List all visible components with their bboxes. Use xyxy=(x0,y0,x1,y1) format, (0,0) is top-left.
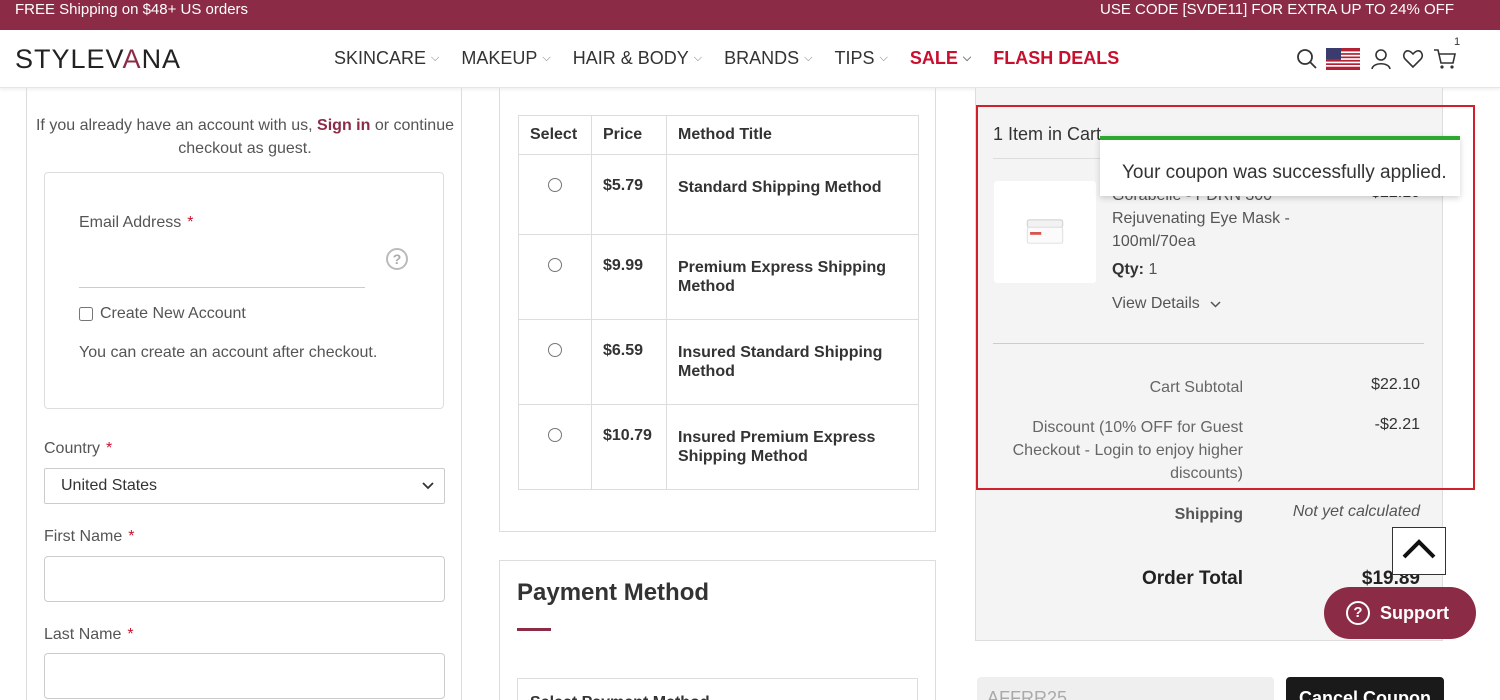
support-button[interactable]: ? Support xyxy=(1324,587,1476,639)
create-account-label: Create New Account xyxy=(100,305,246,322)
chevron-down-icon: ⌵ xyxy=(879,52,888,64)
email-label: Email Address * xyxy=(79,214,194,231)
column-header-method-title: Method Title xyxy=(666,115,919,155)
shipping-method-title: Insured Premium Express Shipping Method xyxy=(666,404,919,490)
shipping-method-radio[interactable] xyxy=(548,178,562,192)
nav-skincare[interactable]: SKINCARE ⌵ xyxy=(334,48,439,69)
header-icons: 1 xyxy=(1292,36,1462,74)
create-account-checkbox[interactable] xyxy=(79,307,93,321)
nav-makeup[interactable]: MAKEUP ⌵ xyxy=(461,48,550,69)
shipping-value: Not yet calculated xyxy=(1292,503,1420,520)
coupon-code-field[interactable]: AFFRR25 xyxy=(977,677,1274,700)
coupon-promo-text: USE CODE [SVDE11] FOR EXTRA UP TO 24% OF… xyxy=(1100,0,1454,18)
shipping-price: $9.99 xyxy=(591,234,667,320)
cancel-coupon-button[interactable]: Cancel Coupon xyxy=(1286,677,1444,700)
cart-subtotal-label: Cart Subtotal xyxy=(1149,379,1243,396)
email-section: Email Address * ? Create New Account You … xyxy=(44,172,444,409)
cart-subtotal-value: $22.10 xyxy=(1371,376,1420,393)
shipping-method-radio[interactable] xyxy=(548,258,562,272)
column-header-select: Select xyxy=(518,115,592,155)
back-to-top-button[interactable] xyxy=(1392,527,1446,575)
first-name-field[interactable] xyxy=(44,556,445,602)
nav-brands[interactable]: BRANDS ⌵ xyxy=(724,48,812,69)
site-header: STYLEVANA SKINCARE ⌵ MAKEUP ⌵ HAIR & BODY ⌵… xyxy=(0,30,1500,88)
shipping-method-row[interactable]: $9.99 Premium Express Shipping Method xyxy=(518,234,919,320)
create-account-hint: You can create an account after checkout… xyxy=(79,344,378,361)
shipping-price: $6.59 xyxy=(591,319,667,405)
discount-label: Discount (10% OFF for Guest Checkout - L… xyxy=(1012,419,1243,482)
shipping-method-title: Insured Standard Shipping Method xyxy=(666,319,919,405)
shipping-address-panel: If you already have an account with us, … xyxy=(26,88,462,700)
shipping-label: Shipping xyxy=(1174,506,1243,523)
chevron-down-icon: ⌵ xyxy=(693,52,703,64)
chevron-down-icon: ⌵ xyxy=(962,52,972,64)
nav-hair-body[interactable]: HAIR & BODY ⌵ xyxy=(573,48,702,69)
shipping-method-radio[interactable] xyxy=(548,428,562,442)
shipping-methods-table: Select Price Method Title $5.79 Standard… xyxy=(518,115,919,490)
title-underline xyxy=(517,628,551,631)
country-label: Country * xyxy=(44,440,113,457)
chevron-down-icon xyxy=(422,477,434,495)
payment-method-title: Payment Method xyxy=(517,579,710,606)
us-flag-icon[interactable] xyxy=(1326,48,1360,70)
shipping-method-title: Premium Express Shipping Method xyxy=(666,234,919,320)
email-field[interactable] xyxy=(79,243,365,288)
chevron-down-icon: ⌵ xyxy=(804,52,813,64)
question-icon: ? xyxy=(1346,601,1370,625)
shipping-method-title: Standard Shipping Method xyxy=(666,154,919,235)
nav-sale[interactable]: SALE ⌵ xyxy=(910,48,971,69)
discount-value: -$2.21 xyxy=(1374,416,1420,433)
last-name-field[interactable] xyxy=(44,653,445,699)
cart-icon[interactable] xyxy=(1430,44,1460,74)
last-name-label: Last Name * xyxy=(44,626,134,643)
chevron-down-icon: ⌵ xyxy=(542,52,551,64)
free-shipping-text: FREE Shipping on $48+ US orders xyxy=(15,0,249,18)
chevron-down-icon xyxy=(1210,295,1221,312)
main-nav: SKINCARE ⌵ MAKEUP ⌵ HAIR & BODY ⌵ BRANDS ⌵ T… xyxy=(334,48,1141,69)
help-icon[interactable]: ? xyxy=(386,248,408,270)
column-header-price: Price xyxy=(591,115,667,155)
user-icon[interactable] xyxy=(1366,44,1396,74)
nav-tips[interactable]: TIPS ⌵ xyxy=(834,48,887,69)
promo-bar: FREE Shipping on $48+ US orders USE CODE… xyxy=(0,0,1500,30)
order-total-label: Order Total xyxy=(1142,568,1243,589)
signin-prompt: If you already have an account with us, … xyxy=(35,117,454,157)
coupon-success-toast: Your coupon was successfully applied. xyxy=(1100,136,1460,196)
product-qty: Qty: 1 xyxy=(1112,261,1158,278)
shipping-method-row[interactable]: $6.59 Insured Standard Shipping Method xyxy=(518,319,919,405)
country-select[interactable]: United States xyxy=(44,468,445,504)
payment-method-panel: Payment Method Select Payment Method xyxy=(499,560,936,700)
product-image xyxy=(994,181,1096,283)
shipping-price: $5.79 xyxy=(591,154,667,235)
stylevana-logo[interactable]: STYLEVANA xyxy=(15,44,181,75)
shipping-method-row[interactable]: $10.79 Insured Premium Express Shipping … xyxy=(518,404,919,490)
heart-icon[interactable] xyxy=(1398,44,1428,74)
support-label: Support xyxy=(1380,602,1449,623)
toast-message: Your coupon was successfully applied. xyxy=(1122,162,1447,183)
items-in-cart-toggle[interactable]: 1 Item in Cart xyxy=(993,124,1101,145)
shipping-method-row[interactable]: $5.79 Standard Shipping Method xyxy=(518,154,919,235)
sign-in-link[interactable]: Sign in xyxy=(317,117,370,134)
chevron-up-icon xyxy=(1402,538,1436,564)
shipping-price: $10.79 xyxy=(591,404,667,490)
chevron-down-icon: ⌵ xyxy=(431,52,440,64)
create-account-checkbox-row[interactable]: Create New Account xyxy=(79,305,246,323)
search-icon[interactable] xyxy=(1292,44,1322,74)
cart-count-badge: 1 xyxy=(1454,36,1461,48)
divider xyxy=(993,343,1424,344)
select-payment-method-header: Select Payment Method xyxy=(517,678,918,700)
nav-flash-deals[interactable]: FLASH DEALS xyxy=(993,48,1119,69)
shipping-method-radio[interactable] xyxy=(548,343,562,357)
shipping-methods-panel: Select Price Method Title $5.79 Standard… xyxy=(499,88,936,532)
view-details-toggle[interactable]: View Details xyxy=(1112,295,1221,313)
first-name-label: First Name * xyxy=(44,528,135,545)
